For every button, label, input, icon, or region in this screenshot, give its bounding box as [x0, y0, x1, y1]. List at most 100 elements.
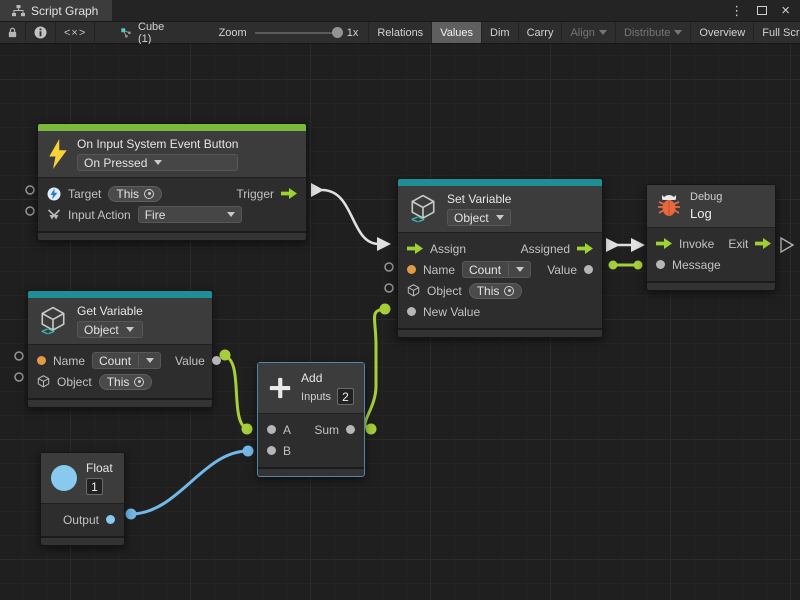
exit-output-port[interactable] [755, 238, 771, 249]
node-title: Get Variable [77, 304, 143, 318]
exit-label: Exit [728, 237, 748, 251]
object-pill[interactable]: This [99, 374, 153, 390]
target-row: Target This Trigger [38, 183, 306, 204]
chevron-down-icon [674, 30, 682, 35]
object-row: Object This [28, 371, 212, 392]
node-float[interactable]: Float 1 Output [40, 452, 125, 546]
value-label: Value [547, 263, 577, 277]
output-label: Output [63, 513, 99, 527]
b-row: B [258, 440, 364, 461]
name-input-port[interactable] [37, 356, 46, 365]
message-row: Message [647, 254, 775, 275]
b-label: B [283, 444, 291, 458]
titlebar-drag-area [112, 0, 730, 21]
new-value-input-port[interactable] [407, 307, 416, 316]
close-icon[interactable]: × [781, 3, 790, 18]
node-category: Debug [690, 191, 722, 203]
name-input-port[interactable] [407, 265, 416, 274]
code-view-button[interactable]: <×> [56, 22, 95, 43]
output-port[interactable] [106, 515, 115, 524]
maximize-icon[interactable] [757, 6, 767, 15]
value-output-port[interactable] [212, 356, 221, 365]
node-set-variable[interactable]: <> Set Variable Object Assign Assigned N… [397, 178, 603, 338]
variable-kind-dropdown[interactable]: Object [447, 209, 511, 226]
a-row: A Sum [258, 419, 364, 440]
invoke-input-port[interactable] [656, 238, 672, 249]
toolbar-button-values[interactable]: Values [432, 22, 482, 43]
title-bar: Script Graph ⋮ × [0, 0, 800, 22]
lightning-bolt-icon [48, 139, 68, 169]
lock-icon [8, 26, 17, 39]
a-input-port[interactable] [267, 425, 276, 434]
zoom-label: Zoom [219, 27, 247, 39]
assign-row: Assign Assigned [398, 238, 602, 259]
assigned-output-port[interactable] [577, 243, 593, 254]
zoom-slider[interactable] [255, 32, 339, 34]
object-pill[interactable]: This [469, 283, 523, 299]
b-input-port[interactable] [267, 446, 276, 455]
script-graph-icon [121, 26, 132, 40]
variable-accent-strip [28, 291, 212, 298]
assign-input-port[interactable] [407, 243, 423, 254]
a-label: A [283, 423, 291, 437]
node-footer [647, 281, 775, 290]
float-value-field[interactable]: 1 [86, 478, 103, 495]
graph-icon [12, 5, 25, 17]
invoke-label: Invoke [679, 237, 714, 251]
inputs-count-field[interactable]: 2 [337, 388, 354, 405]
toolbar-button-relations[interactable]: Relations [368, 22, 432, 43]
graph-breadcrumb[interactable]: Cube (1) [111, 22, 178, 43]
event-mode-dropdown[interactable]: On Pressed [77, 154, 238, 171]
tab-script-graph[interactable]: Script Graph [0, 0, 112, 21]
breadcrumb-label: Cube (1) [138, 21, 169, 45]
name-label: Name [423, 263, 455, 277]
node-add[interactable]: Add Inputs 2 A Sum B [257, 362, 365, 477]
svg-text:<>: <> [41, 325, 55, 336]
zoom-control: Zoom 1x [179, 22, 369, 43]
target-object-pill[interactable]: This [108, 186, 162, 202]
node-footer [38, 231, 306, 240]
toolbar-button-overview[interactable]: Overview [691, 22, 754, 43]
message-input-port[interactable] [656, 260, 665, 269]
input-action-dropdown[interactable]: Fire [138, 206, 242, 223]
info-icon [34, 26, 47, 39]
lock-button[interactable] [0, 22, 26, 43]
toolbar-button-fullscreen[interactable]: Full Screen [754, 22, 800, 43]
toolbar-button-align[interactable]: Align [562, 22, 615, 43]
window-menu-icon[interactable]: ⋮ [730, 4, 743, 17]
info-button[interactable] [26, 22, 56, 43]
new-value-row: New Value [398, 301, 602, 322]
variable-kind-dropdown[interactable]: Object [77, 321, 143, 338]
assigned-label: Assigned [521, 242, 570, 256]
toolbar-button-carry[interactable]: Carry [519, 22, 563, 43]
value-output-port[interactable] [584, 265, 593, 274]
name-dropdown[interactable]: Count [92, 352, 161, 369]
object-picker-icon [134, 377, 144, 387]
input-action-label: Input Action [68, 208, 131, 222]
name-dropdown[interactable]: Count [462, 261, 531, 278]
node-title: Add [301, 371, 354, 385]
input-system-icon [47, 187, 61, 201]
object-row: Object This [398, 280, 602, 301]
invoke-row: Invoke Exit [647, 233, 775, 254]
node-get-variable[interactable]: <> Get Variable Object Name Count Value [27, 290, 213, 408]
variable-accent-strip [398, 179, 602, 186]
event-accent-strip [38, 124, 306, 131]
trigger-label: Trigger [236, 187, 274, 201]
cube-icon [407, 284, 420, 297]
code-view-icon: <×> [64, 27, 86, 39]
float-literal-icon [51, 465, 77, 491]
value-label: Value [175, 354, 205, 368]
node-debug-log[interactable]: Debug Log Invoke Exit Message [646, 184, 776, 291]
trigger-output-port[interactable] [281, 188, 297, 199]
name-row: Name Count Value [28, 350, 212, 371]
chevron-down-icon [154, 160, 162, 165]
chevron-down-icon [516, 267, 524, 272]
svg-text:<>: <> [411, 213, 425, 224]
node-on-input-system-event[interactable]: On Input System Event Button On Pressed … [37, 123, 307, 241]
sum-output-port[interactable] [346, 425, 355, 434]
object-label: Object [427, 284, 462, 298]
toolbar-button-dim[interactable]: Dim [482, 22, 519, 43]
zoom-slider-handle[interactable] [332, 27, 343, 38]
toolbar-button-distribute[interactable]: Distribute [616, 22, 691, 43]
